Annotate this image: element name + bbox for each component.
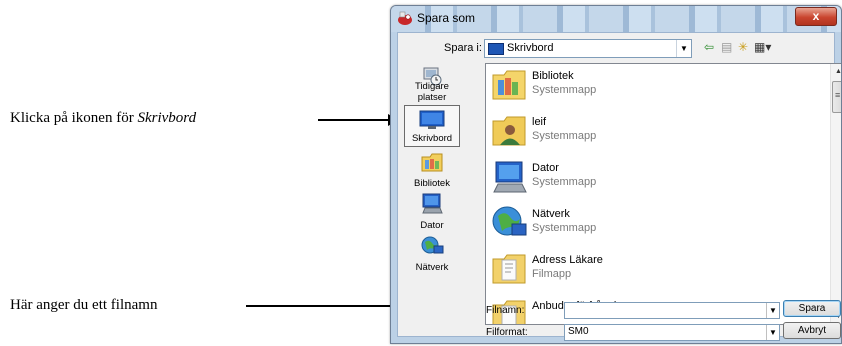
list-item[interactable]: Bibliotek Systemmapp: [490, 64, 820, 108]
dialog-title: Spara som: [417, 11, 476, 25]
item-type: Systemmapp: [532, 222, 597, 234]
library-icon: [421, 153, 443, 172]
item-name: Adress Läkare: [532, 254, 603, 266]
list-item[interactable]: Adress Läkare Filmapp: [490, 248, 820, 292]
item-type: Systemmapp: [532, 130, 597, 142]
computer-icon: [493, 161, 527, 193]
chevron-down-icon[interactable]: ▼: [766, 303, 779, 318]
save-as-dialog: Spara som x Spara i: Skrivbord ▼ ⇦ ▤ ✳ ▦…: [390, 5, 842, 344]
place-label: Bibliotek: [414, 178, 450, 189]
instruction-desktop: Klicka på ikonen för Skrivbord: [10, 110, 196, 127]
place-label: Skrivbord: [411, 133, 453, 144]
arrow-to-desktop: [318, 114, 398, 126]
item-name: Nätverk: [532, 208, 570, 220]
save-button[interactable]: Spara: [783, 300, 841, 317]
cancel-button[interactable]: Avbryt: [783, 322, 841, 339]
item-type: Systemmapp: [532, 84, 597, 96]
library-folder-icon: [492, 70, 526, 100]
chevron-down-icon[interactable]: ▼: [676, 40, 691, 57]
places-bar: Tidigare platser Skrivbord Bibliotek Dat…: [404, 63, 460, 325]
file-list[interactable]: Bibliotek Systemmapp leif Systemmapp Dat…: [485, 63, 841, 325]
place-label: Dator: [420, 220, 444, 231]
place-library[interactable]: Bibliotek: [404, 149, 460, 191]
back-icon[interactable]: ⇦: [704, 40, 714, 54]
chevron-down-icon[interactable]: ▼: [766, 325, 779, 340]
network-icon: [492, 206, 527, 236]
scroll-thumb[interactable]: [832, 81, 841, 113]
item-type: Systemmapp: [532, 176, 597, 188]
network-icon: [421, 236, 444, 254]
list-item[interactable]: Dator Systemmapp: [490, 156, 820, 200]
view-menu-icon[interactable]: ▦▾: [754, 40, 771, 54]
close-button[interactable]: x: [795, 7, 837, 26]
item-type: Filmapp: [532, 268, 572, 280]
dialog-body: Spara i: Skrivbord ▼ ⇦ ▤ ✳ ▦▾ Tidigare p…: [397, 32, 841, 341]
user-folder-icon: [492, 116, 526, 146]
list-item[interactable]: leif Systemmapp: [490, 110, 820, 154]
list-item[interactable]: Nätverk Systemmapp: [490, 202, 820, 246]
title-bar: Spara som x: [391, 6, 841, 32]
folder-icon: [492, 254, 526, 284]
desktop-icon: [488, 43, 504, 55]
instruction-desktop-emphasis: Skrivbord: [137, 110, 197, 126]
item-name: Dator: [532, 162, 559, 174]
new-folder-icon[interactable]: ✳: [738, 40, 748, 54]
filename-label: Filnamn:: [486, 305, 525, 316]
save-in-value: Skrivbord: [507, 42, 554, 54]
desktop-icon: [419, 110, 445, 129]
format-value: SM0: [568, 326, 589, 337]
save-in-dropdown[interactable]: Skrivbord ▼: [484, 39, 692, 58]
instruction-filename: Här anger du ett filnamn: [10, 297, 158, 313]
up-folder-icon[interactable]: ▤: [721, 40, 732, 54]
place-network[interactable]: Nätverk: [404, 233, 460, 275]
place-computer[interactable]: Dator: [404, 191, 460, 233]
item-name: leif: [532, 116, 547, 128]
computer-icon: [422, 193, 443, 214]
filename-field[interactable]: ▼: [564, 302, 780, 319]
format-dropdown[interactable]: SM0 ▼: [564, 324, 780, 341]
app-icon: [398, 11, 412, 25]
place-label: Nätverk: [415, 262, 449, 273]
scroll-up-icon[interactable]: ▲: [831, 64, 841, 79]
save-in-label: Spara i:: [444, 42, 482, 54]
place-desktop[interactable]: Skrivbord: [404, 105, 460, 147]
vertical-scrollbar[interactable]: ▲ ▼: [830, 64, 841, 324]
place-label: Tidigare platser: [415, 81, 449, 103]
format-label: Filformat:: [486, 327, 528, 338]
item-name: Bibliotek: [532, 70, 574, 82]
instruction-desktop-text: Klicka på ikonen för: [10, 110, 138, 126]
place-recent[interactable]: Tidigare platser: [404, 63, 460, 105]
